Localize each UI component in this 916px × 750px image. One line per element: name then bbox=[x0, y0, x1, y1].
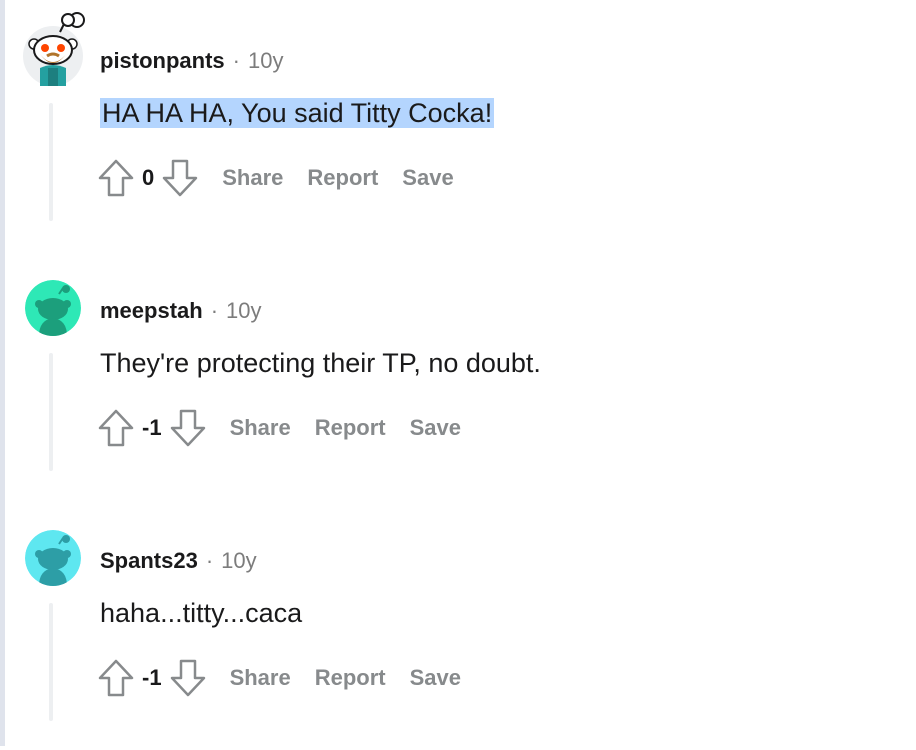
save-button[interactable]: Save bbox=[408, 659, 463, 697]
share-button[interactable]: Share bbox=[228, 409, 293, 447]
thread-line[interactable] bbox=[49, 103, 53, 221]
snoo-default-avatar-icon bbox=[25, 530, 81, 586]
username[interactable]: pistonpants bbox=[100, 48, 225, 74]
save-button[interactable]: Save bbox=[408, 409, 463, 447]
comment-meta: meepstah · 10y bbox=[100, 296, 262, 326]
snoo-custom-avatar-icon bbox=[23, 12, 85, 86]
meta-separator: · bbox=[210, 298, 219, 323]
report-button[interactable]: Report bbox=[313, 409, 388, 447]
vote-score: -1 bbox=[142, 665, 162, 690]
comment-body-text: They're protecting their TP, no doubt. bbox=[100, 348, 541, 378]
comment: meepstah · 10y They're protecting their … bbox=[0, 250, 916, 500]
snoo-default-avatar-icon bbox=[25, 280, 81, 336]
comment-actions: 0 Share Report Save bbox=[96, 156, 456, 200]
share-button[interactable]: Share bbox=[220, 159, 285, 197]
comment: pistonpants · 10y HA HA HA, You said Tit… bbox=[0, 0, 916, 250]
comment-body: haha...titty...caca bbox=[100, 593, 302, 633]
downvote-button[interactable] bbox=[168, 656, 208, 700]
thread-line[interactable] bbox=[49, 603, 53, 721]
comment: Spants23 · 10y haha...titty...caca -1 Sh… bbox=[0, 500, 916, 750]
report-button[interactable]: Report bbox=[305, 159, 380, 197]
save-button[interactable]: Save bbox=[400, 159, 455, 197]
comment-age[interactable]: 10y bbox=[248, 48, 283, 74]
comment-age[interactable]: 10y bbox=[226, 298, 261, 324]
upvote-button[interactable] bbox=[96, 656, 136, 700]
comment-body: They're protecting their TP, no doubt. bbox=[100, 343, 541, 383]
meta-separator: · bbox=[205, 548, 214, 573]
comment-body-text: haha...titty...caca bbox=[100, 598, 303, 628]
comment-meta: Spants23 · 10y bbox=[100, 546, 257, 576]
comment-actions: -1 Share Report Save bbox=[96, 656, 463, 700]
comment-age[interactable]: 10y bbox=[221, 548, 256, 574]
user-avatar[interactable] bbox=[25, 280, 81, 336]
user-avatar[interactable] bbox=[22, 10, 88, 90]
meta-separator: · bbox=[232, 48, 240, 73]
username[interactable]: meepstah bbox=[100, 298, 203, 324]
downvote-button[interactable] bbox=[160, 156, 200, 200]
comment-actions: -1 Share Report Save bbox=[96, 406, 463, 450]
upvote-arrow-icon bbox=[98, 159, 134, 197]
upvote-arrow-icon bbox=[98, 659, 134, 697]
user-avatar[interactable] bbox=[25, 530, 81, 586]
downvote-arrow-icon bbox=[163, 159, 198, 197]
downvote-arrow-icon bbox=[170, 659, 205, 697]
upvote-button[interactable] bbox=[96, 406, 136, 450]
vote-score: -1 bbox=[142, 415, 162, 440]
upvote-button[interactable] bbox=[96, 156, 136, 200]
comment-meta: pistonpants · 10y bbox=[100, 46, 283, 76]
username[interactable]: Spants23 bbox=[100, 548, 198, 574]
vote-score: 0 bbox=[142, 165, 155, 190]
thread-line[interactable] bbox=[49, 353, 53, 471]
downvote-button[interactable] bbox=[168, 406, 208, 450]
share-button[interactable]: Share bbox=[228, 659, 293, 697]
upvote-arrow-icon bbox=[98, 409, 134, 447]
report-button[interactable]: Report bbox=[313, 659, 388, 697]
comment-body: HA HA HA, You said Titty Cocka! bbox=[100, 93, 495, 133]
downvote-arrow-icon bbox=[170, 409, 205, 447]
comment-body-text: HA HA HA, You said Titty Cocka! bbox=[100, 98, 495, 128]
